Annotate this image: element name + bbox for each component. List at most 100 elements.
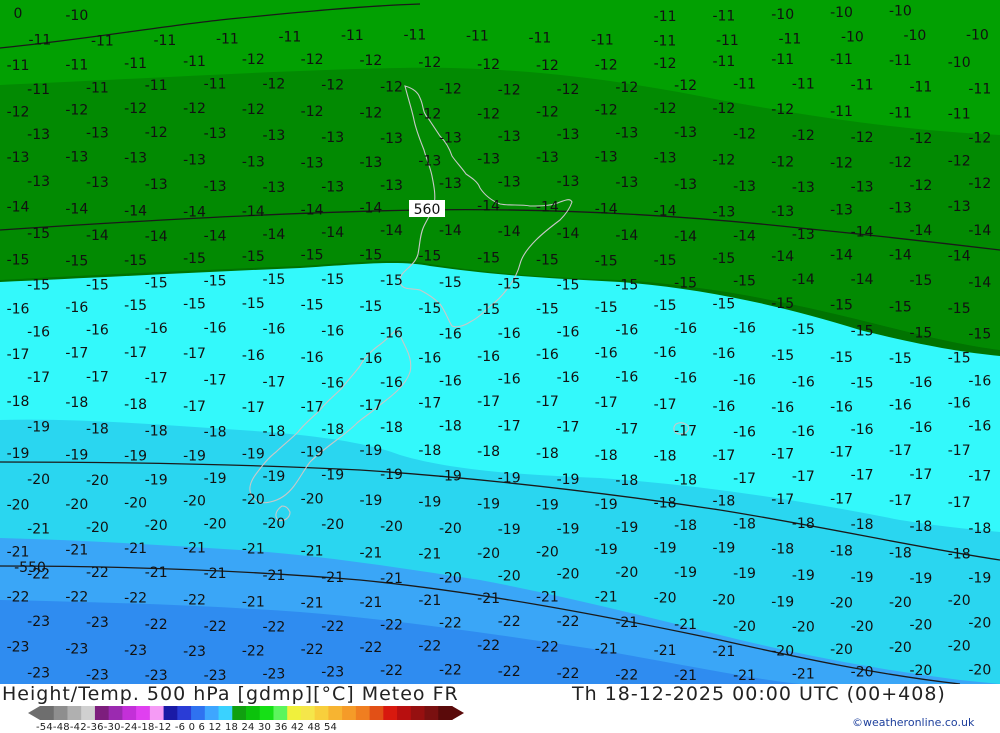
isotherm-label: -21 — [792, 666, 815, 682]
isotherm-label: -19 — [145, 473, 168, 489]
isotherm-label: -19 — [65, 448, 88, 464]
isotherm-label: -12 — [380, 79, 403, 95]
isotherm-label: -16 — [733, 373, 756, 389]
isotherm-label: -16 — [536, 347, 559, 363]
isotherm-label: -16 — [557, 370, 580, 386]
isotherm-label: -11 — [830, 52, 853, 68]
isotherm-label: -12 — [654, 101, 677, 117]
isotherm-label: -21 — [595, 589, 618, 605]
scale-swatch — [122, 706, 137, 720]
isotherm-label: -17 — [183, 346, 206, 362]
isotherm-label: -17 — [851, 468, 874, 484]
isotherm-label: -15 — [242, 249, 265, 265]
scale-swatch — [191, 706, 206, 720]
isotherm-label: -12 — [733, 126, 756, 142]
isotherm-label: -16 — [851, 422, 874, 438]
isotherm-label: -11 — [65, 57, 88, 73]
isotherm-label: -20 — [321, 517, 344, 533]
isotherm-label: -20 — [27, 472, 50, 488]
isotherm-label: -18 — [418, 443, 441, 459]
isotherm-label: -15 — [968, 327, 991, 343]
isotherm-label: -11 — [403, 28, 426, 44]
isotherm-label: -17 — [242, 400, 265, 416]
isotherm-label: -15 — [183, 251, 206, 267]
isotherm-label: -13 — [27, 174, 50, 190]
isotherm-label: -16 — [439, 373, 462, 389]
isotherm-label: -16 — [498, 371, 521, 387]
isotherm-label: -16 — [909, 375, 932, 391]
credit-link[interactable]: ©weatheronline.co.uk — [852, 716, 974, 729]
scale-arrow-left — [28, 706, 40, 720]
isotherm-label: -16 — [359, 351, 382, 367]
isotherm-label: -13 — [851, 180, 874, 196]
isotherm-label: -11 — [27, 82, 50, 98]
isotherm-label: -11 — [278, 29, 301, 45]
scale-swatch — [314, 706, 329, 720]
isotherm-label: -10 — [830, 5, 853, 21]
isotherm-label: -11 — [830, 104, 853, 120]
isotherm-label: -17 — [183, 399, 206, 415]
isotherm-label: -19 — [712, 541, 735, 557]
isotherm-label: -16 — [674, 371, 697, 387]
isotherm-label: -20 — [712, 593, 735, 609]
isotherm-label: -20 — [124, 496, 147, 512]
isotherm-label: -20 — [86, 520, 109, 536]
isotherm-label: -12 — [968, 131, 991, 147]
isotherm-label: -13 — [771, 204, 794, 220]
isotherm-label: -16 — [86, 323, 109, 339]
isotherm-label: -16 — [712, 346, 735, 362]
isotherm-label: -13 — [948, 199, 971, 215]
isotherm-label: -19 — [204, 471, 227, 487]
isotherm-label: -20 — [615, 565, 638, 581]
isotherm-label: -17 — [301, 399, 324, 415]
isotherm-label: -17 — [830, 445, 853, 461]
isotherm-label: -15 — [654, 253, 677, 269]
isotherm-label: -13 — [674, 125, 697, 141]
isotherm-label: -22 — [557, 666, 580, 682]
isotherm-label: -20 — [733, 619, 756, 635]
isotherm-label: -18 — [674, 473, 697, 489]
isotherm-label: -14 — [124, 203, 147, 219]
isotherm-label: -15 — [792, 322, 815, 338]
isotherm-label: -19 — [851, 570, 874, 586]
isotherm-label: -12 — [889, 155, 912, 171]
isotherm-label: -22 — [439, 616, 462, 632]
isotherm-label: -16 — [380, 326, 403, 342]
isotherm-label: -20 — [968, 663, 991, 679]
isotherm-label: -15 — [948, 301, 971, 317]
isotherm-label: -18 — [654, 449, 677, 465]
isotherm-label: -12 — [674, 78, 697, 94]
isotherm-label: -11 — [771, 52, 794, 68]
isotherm-label: -21 — [712, 644, 735, 660]
isotherm-label: -14 — [536, 200, 559, 216]
isotherm-label: -14 — [204, 228, 227, 244]
isotherm-label: -15 — [909, 326, 932, 342]
isotherm-label: -14 — [262, 227, 285, 243]
isotherm-label: -17 — [654, 397, 677, 413]
isotherm-label: -21 — [242, 542, 265, 558]
isotherm-label: -14 — [674, 229, 697, 245]
isotherm-label: -20 — [86, 473, 109, 489]
isotherm-label: -17 — [674, 423, 697, 439]
isotherm-label: -15 — [359, 247, 382, 263]
isotherm-label: -13 — [615, 175, 638, 191]
isotherm-label: -12 — [615, 80, 638, 96]
isotherm-label: -13 — [595, 150, 618, 166]
isotherm-label: -21 — [301, 544, 324, 560]
isotherm-label: -20 — [830, 642, 853, 658]
isotherm-label: -18 — [145, 423, 168, 439]
isotherm-label: -17 — [712, 448, 735, 464]
isotherm-label: -23 — [262, 666, 285, 682]
isotherm-label: -22 — [477, 638, 500, 654]
isotherm-label: -13 — [889, 200, 912, 216]
isotherm-label: -22 — [183, 592, 206, 608]
isotherm-label: -13 — [359, 155, 382, 171]
isotherm-label: -14 — [615, 228, 638, 244]
isotherm-label: -21 — [380, 571, 403, 587]
scale-swatch — [438, 706, 453, 720]
colour-scale — [28, 706, 464, 720]
isotherm-label: -15 — [242, 296, 265, 312]
isotherm-label: -16 — [204, 321, 227, 337]
isotherm-label: -17 — [557, 420, 580, 436]
isotherm-label: -12 — [301, 104, 324, 120]
